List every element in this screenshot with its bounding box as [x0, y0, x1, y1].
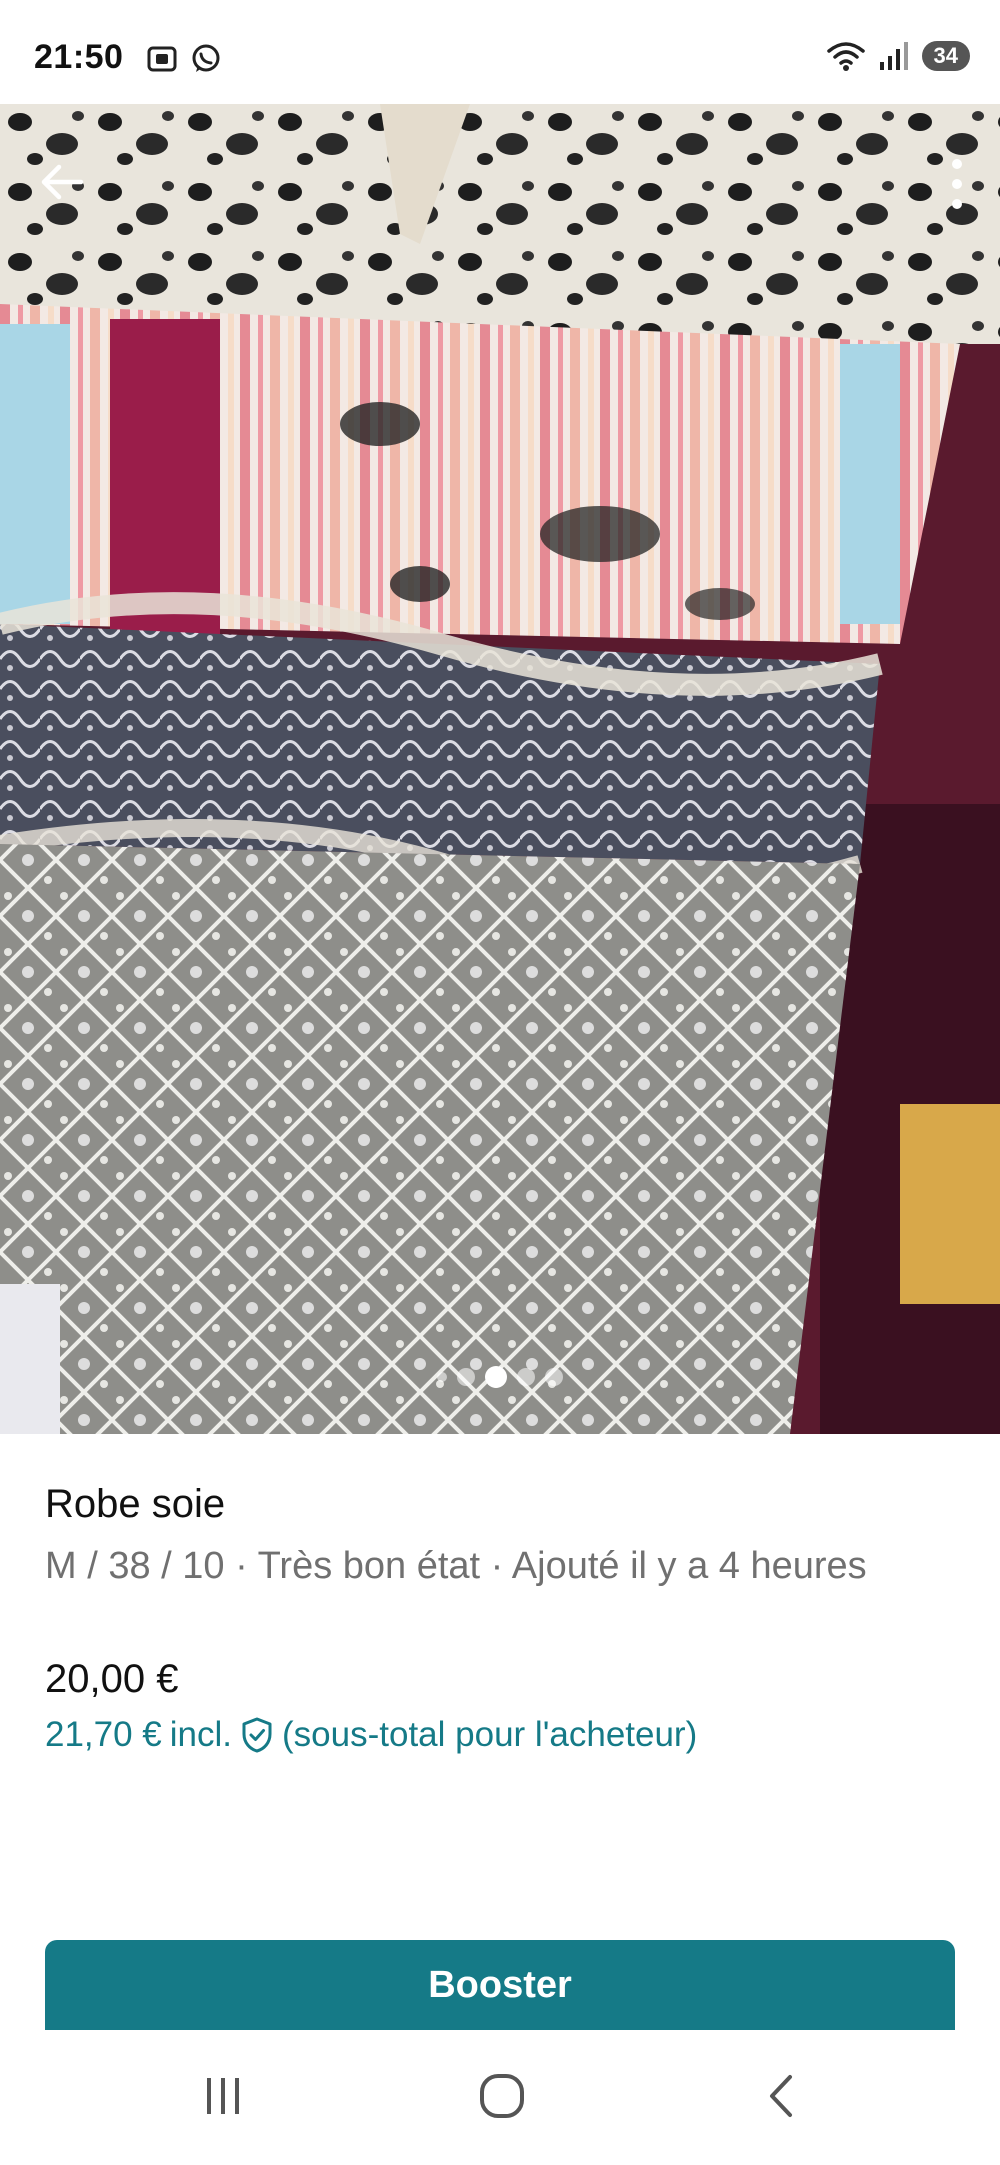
status-time: 21:50 [34, 38, 124, 76]
price-incl-note: (sous-total pour l'acheteur) [282, 1715, 698, 1754]
status-notification-icons [145, 42, 223, 76]
dress-photo-illustration [0, 104, 1000, 1434]
price-incl-word: incl. [169, 1715, 233, 1754]
gallery-dot[interactable] [437, 1372, 447, 1382]
price-incl-amount: 21,70 € [45, 1715, 162, 1754]
arrow-left-icon [41, 164, 84, 200]
chevron-left-icon [770, 2075, 792, 2117]
more-options-button[interactable] [942, 154, 972, 214]
gallery-dot[interactable] [517, 1368, 535, 1386]
listing-title: Robe soie [45, 1482, 226, 1526]
gallery-dot[interactable] [457, 1368, 475, 1386]
status-system-icons: 34 [826, 40, 970, 72]
screenshot-icon [147, 46, 177, 72]
listing-price: 20,00 € [45, 1657, 179, 1701]
whatsapp-icon [192, 44, 220, 72]
back-nav-button[interactable] [742, 2066, 822, 2126]
wifi-icon [826, 42, 865, 71]
signal-icon [879, 42, 908, 70]
home-button[interactable] [462, 2066, 542, 2126]
gallery-dot-active[interactable] [485, 1366, 507, 1388]
back-button[interactable] [34, 154, 90, 210]
listing-details: Robe soie M / 38 / 10 · Très bon état · … [45, 1478, 965, 1758]
system-navigation-bar [0, 2030, 1000, 2165]
more-vertical-icon [952, 159, 962, 209]
recent-apps-icon [207, 2078, 239, 2114]
status-bar: 21:50 34 [0, 0, 1000, 104]
recent-apps-button[interactable] [183, 2066, 263, 2126]
listing-meta: M / 38 / 10 · Très bon état · Ajouté il … [45, 1545, 867, 1587]
price-incl-protection[interactable]: 21,70 € incl. (sous-total pour l'acheteu… [45, 1712, 965, 1758]
gallery-dot[interactable] [545, 1368, 563, 1386]
booster-button[interactable]: Booster [45, 1940, 955, 2030]
gallery-pagination [0, 1366, 1000, 1388]
home-icon [480, 2074, 524, 2118]
listing-photo[interactable] [0, 104, 1000, 1434]
battery-badge: 34 [921, 41, 970, 71]
shield-check-icon [242, 1717, 272, 1753]
